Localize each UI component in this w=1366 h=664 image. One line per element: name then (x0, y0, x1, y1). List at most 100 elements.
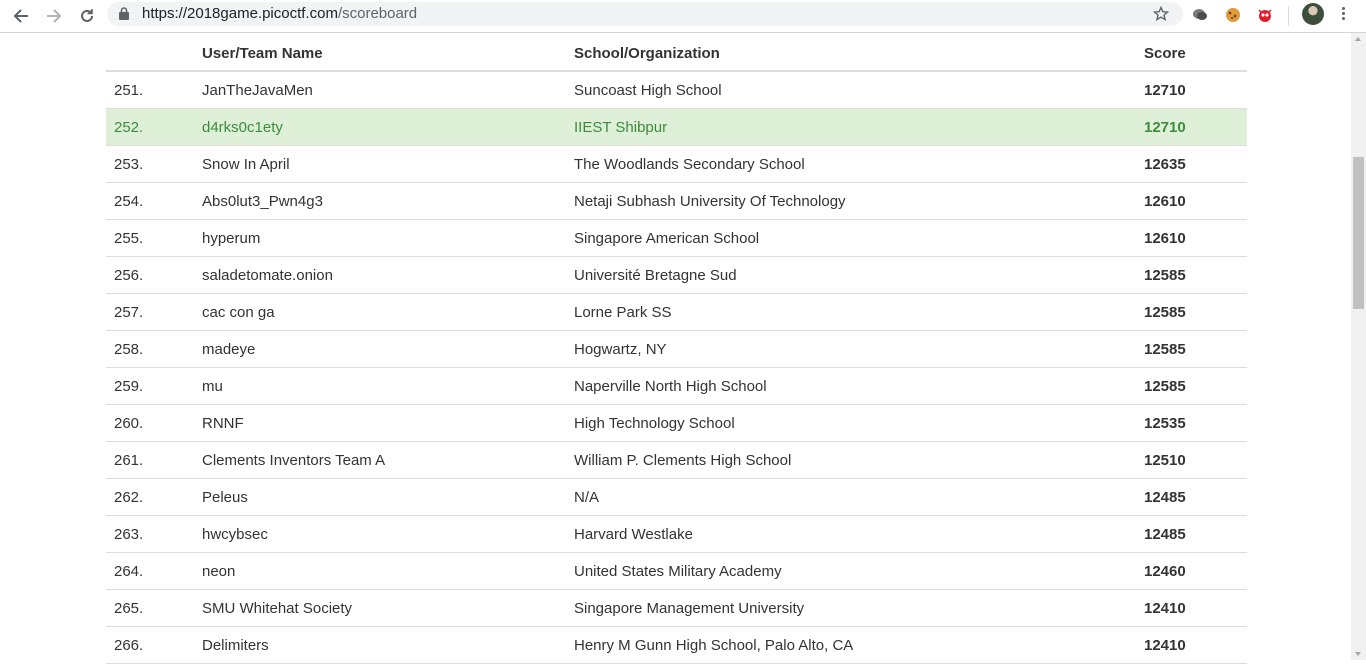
header-name: User/Team Name (202, 45, 323, 62)
rank-cell: 255. (114, 230, 144, 247)
url-path: /scoreboard (337, 5, 418, 22)
scroll-down-arrow-icon[interactable] (1355, 652, 1361, 656)
back-arrow-icon (13, 9, 28, 23)
rank-cell: 263. (114, 526, 144, 543)
school-cell: Lorne Park SS (574, 304, 672, 321)
browser-menu-icon[interactable] (1336, 5, 1350, 25)
score-cell: 12585 (1144, 304, 1186, 321)
table-row: 262. Peleus N/A 12485 (106, 479, 1247, 516)
rank-cell: 253. (114, 156, 144, 173)
table-row: 255. hyperum Singapore American School 1261… (106, 220, 1247, 257)
profile-avatar[interactable] (1302, 3, 1324, 25)
score-cell: 12410 (1144, 600, 1186, 617)
scrollbar[interactable] (1351, 33, 1366, 660)
table-row-current-team: 252. d4rks0c1ety IIEST Shibpur 12710 (106, 109, 1247, 146)
team-name-cell: madeye (202, 341, 256, 358)
score-cell: 12610 (1144, 193, 1186, 210)
extension-icon-3[interactable] (1255, 5, 1275, 25)
school-cell: Université Bretagne Sud (574, 267, 737, 284)
score-cell: 12585 (1144, 341, 1186, 358)
scoreboard-table: User/Team Name School/Organization Score… (106, 33, 1247, 664)
team-name-cell: SMU Whitehat Society (202, 600, 353, 617)
team-name-cell: Peleus (202, 489, 248, 506)
rank-cell: 257. (114, 304, 144, 321)
school-cell: The Woodlands Secondary School (574, 156, 805, 173)
address-bar[interactable]: https://2018game.picoctf.com/scoreboard (107, 2, 1183, 26)
table-header: User/Team Name School/Organization Score (106, 33, 1247, 72)
table-row: 254. Abs0lut3_Pwn4g3 Netaji Subhash Univer… (106, 183, 1247, 220)
browser-toolbar: https://2018game.picoctf.com/scoreboard (0, 0, 1366, 33)
table-row: 266. Delimiters Henry M Gunn High School, … (106, 627, 1247, 664)
rank-cell: 260. (114, 415, 144, 432)
table-row: 259. mu Naperville North High School 12585 (106, 368, 1247, 405)
school-cell: Singapore American School (574, 230, 760, 247)
scroll-up-arrow-icon[interactable] (1355, 37, 1361, 41)
school-cell: Naperville North High School (574, 378, 767, 395)
forward-button[interactable] (41, 4, 67, 28)
toolbar-divider (1288, 6, 1289, 26)
table-row: 253. Snow In April The Woodlands Secondary… (106, 146, 1247, 183)
reload-button[interactable] (74, 4, 100, 28)
rank-cell: 259. (114, 378, 144, 395)
cookie-icon (1226, 8, 1240, 22)
rank-cell: 266. (114, 637, 144, 654)
table-row: 260. RNNF High Technology School 12535 (106, 405, 1247, 442)
team-name-cell: cac con ga (202, 304, 275, 321)
rank-cell: 261. (114, 452, 144, 469)
rank-cell: 262. (114, 489, 144, 506)
bookmark-star-icon[interactable] (1153, 6, 1169, 22)
table-row: 256. saladetomate.onion Université Bretagn… (106, 257, 1247, 294)
score-cell: 12710 (1144, 82, 1186, 99)
extension-icon-2[interactable] (1223, 5, 1243, 25)
rank-cell: 258. (114, 341, 144, 358)
school-cell: N/A (574, 489, 600, 506)
school-cell: United States Military Academy (574, 563, 782, 580)
school-cell: High Technology School (574, 415, 735, 432)
speech-bubble-icon (1193, 9, 1207, 20)
team-name-cell: JanTheJavaMen (202, 82, 313, 99)
lock-icon (119, 7, 129, 20)
team-name-cell: neon (202, 563, 236, 580)
team-name-cell: Abs0lut3_Pwn4g3 (202, 193, 323, 210)
rank-cell: 265. (114, 600, 144, 617)
school-cell: Harvard Westlake (574, 526, 693, 543)
team-name-cell: Delimiters (202, 637, 269, 654)
team-name-cell: Snow In April (202, 156, 290, 173)
reload-icon (81, 9, 93, 22)
score-cell: 12585 (1144, 267, 1186, 284)
team-name-cell: RNNF (202, 415, 244, 432)
back-button[interactable] (8, 4, 34, 28)
school-cell: William P. Clements High School (574, 452, 792, 469)
school-cell: Singapore Management University (574, 600, 805, 617)
rank-cell: 252. (114, 119, 144, 136)
score-cell: 12585 (1144, 378, 1186, 395)
scrollbar-thumb[interactable] (1353, 157, 1364, 309)
table-row: 265. SMU Whitehat Society Singapore Manage… (106, 590, 1247, 627)
url-text: https://2018game.picoctf.com/scoreboard (142, 5, 417, 22)
team-name-cell: d4rks0c1ety (202, 119, 283, 136)
bug-icon (1258, 9, 1272, 22)
score-cell: 12485 (1144, 526, 1186, 543)
rank-cell: 264. (114, 563, 144, 580)
team-name-cell: saladetomate.onion (202, 267, 333, 284)
header-score: Score (1144, 45, 1186, 62)
school-cell: Suncoast High School (574, 82, 722, 99)
school-cell: Hogwartz, NY (574, 341, 667, 358)
header-school: School/Organization (574, 45, 720, 62)
url-host: https://2018game.picoctf.com (142, 5, 338, 22)
score-cell: 12710 (1144, 119, 1186, 136)
table-row: 251. JanTheJavaMen Suncoast High School 127… (106, 72, 1247, 109)
team-name-cell: Clements Inventors Team A (202, 452, 386, 469)
table-row: 263. hwcybsec Harvard Westlake 12485 (106, 516, 1247, 553)
school-cell: Henry M Gunn High School, Palo Alto, CA (574, 637, 854, 654)
extension-icon-1[interactable] (1190, 5, 1210, 25)
rank-cell: 251. (114, 82, 144, 99)
score-cell: 12460 (1144, 563, 1186, 580)
score-cell: 12410 (1144, 637, 1186, 654)
rank-cell: 256. (114, 267, 144, 284)
table-row: 261. Clements Inventors Team A William P. … (106, 442, 1247, 479)
score-cell: 12635 (1144, 156, 1186, 173)
score-cell: 12510 (1144, 452, 1186, 469)
table-row: 264. neon United States Military Academy 12… (106, 553, 1247, 590)
rank-cell: 254. (114, 193, 144, 210)
